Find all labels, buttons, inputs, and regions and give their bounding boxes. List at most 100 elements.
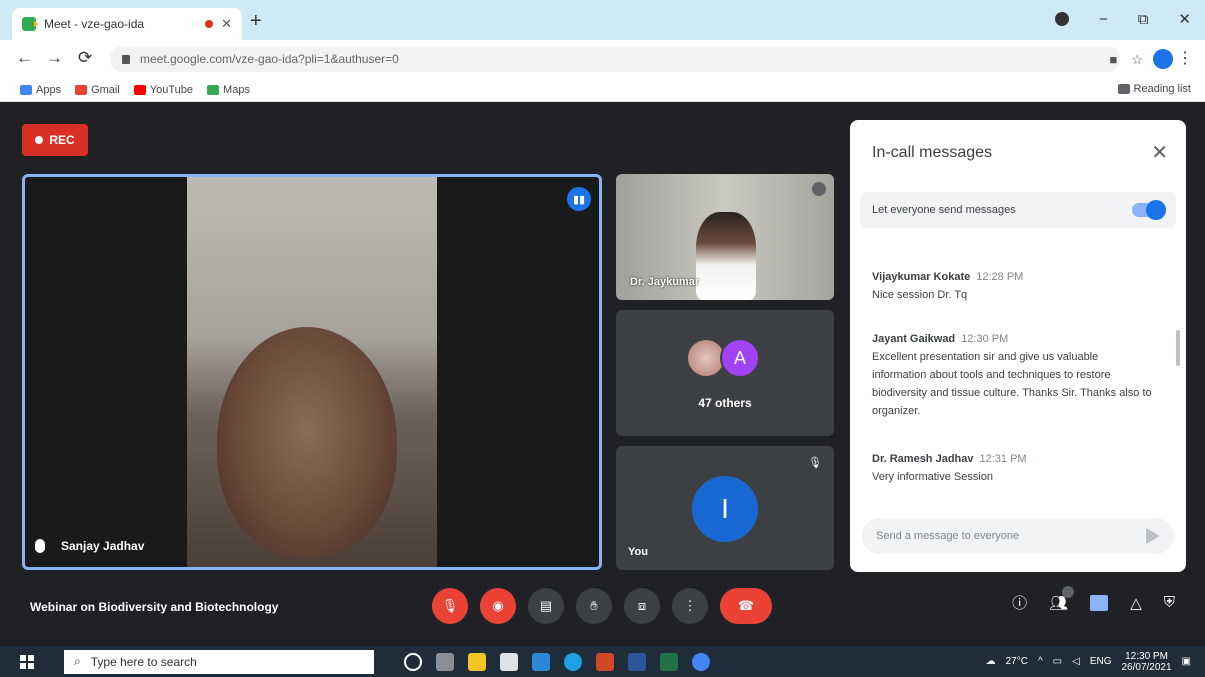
participant-video (696, 212, 756, 300)
others-tile[interactable]: A 47 others (616, 310, 834, 436)
taskbar-apps (404, 652, 710, 671)
bookmark-gmail[interactable]: Gmail (75, 84, 120, 96)
powerpoint-icon[interactable] (596, 652, 614, 671)
main-speaker-tile[interactable]: ▮▮ Sanjay Jadhav (22, 174, 602, 570)
store-icon[interactable] (500, 652, 518, 671)
bookmark-apps[interactable]: Apps (20, 84, 61, 96)
profile-avatar[interactable] (1153, 49, 1173, 69)
host-controls-icon[interactable]: ⛨ (1164, 594, 1175, 611)
self-tile[interactable]: 🎙︎ I You (616, 446, 834, 570)
volume-icon[interactable]: ◁ (1072, 656, 1080, 667)
new-tab-button[interactable]: + (250, 10, 262, 33)
meeting-side-controls: ⓘ 👥︎ △ ⛨ (1012, 585, 1175, 613)
bookmark-label: Apps (36, 83, 62, 96)
gmail-icon (75, 84, 88, 95)
message-text: Excellent presentation sir and give us v… (872, 351, 1152, 417)
browser-menu-icon[interactable]: ⋮ (1177, 48, 1193, 68)
browser-tab-meet[interactable]: Meet - vze-gao-ida ✕ (12, 8, 242, 40)
notifications-icon[interactable]: ▣ (1182, 656, 1191, 667)
file-explorer-icon[interactable] (468, 652, 486, 671)
weather-temp[interactable]: 27°C (1006, 656, 1028, 667)
others-avatars: A (686, 338, 760, 378)
back-arrow-icon[interactable]: ← (16, 48, 33, 68)
taskbar-clock[interactable]: 12:30 PM 26/07/2021 (1121, 651, 1171, 673)
rec-label: REC (49, 133, 75, 147)
taskbar-search-input[interactable]: ⌕ Type here to search (64, 649, 374, 674)
tile-more-options-icon[interactable] (812, 182, 826, 196)
send-icon[interactable] (1146, 528, 1160, 544)
chat-panel-title: In-call messages (872, 144, 993, 161)
people-icon[interactable]: 👥︎ (1049, 585, 1075, 612)
meet-favicon-icon (22, 17, 39, 31)
word-icon[interactable] (628, 652, 646, 671)
participant-name: Dr. Jaykumar (630, 276, 700, 288)
clock-time: 12:30 PM (1125, 650, 1168, 662)
lock-icon (122, 54, 130, 64)
chat-permission-label: Let everyone send messages (872, 204, 1016, 216)
camera-in-use-icon[interactable]: ■ (1109, 52, 1117, 68)
reading-list-button[interactable]: Reading list (1117, 83, 1191, 95)
minimize-button[interactable]: − (1099, 11, 1108, 28)
participant-tile-jaykumar[interactable]: Dr. Jaykumar (616, 174, 834, 300)
apps-grid-icon (20, 84, 32, 95)
chat-icon[interactable] (1090, 594, 1109, 611)
weather-icon[interactable]: ☁︎ (986, 656, 996, 667)
mail-icon[interactable] (532, 652, 550, 671)
task-view-icon[interactable] (436, 652, 454, 671)
cortana-icon[interactable] (404, 652, 422, 671)
message-time: 12:31 PM (979, 453, 1027, 465)
media-recording-icon[interactable] (1054, 12, 1069, 26)
others-count: 47 others (698, 396, 752, 410)
more-options-button[interactable]: ⋮ (672, 588, 708, 624)
tab-title: Meet - vze-gao-ida (44, 17, 145, 31)
mic-toggle-button[interactable]: 🎙︎ (432, 588, 468, 624)
chat-message: Dr. Ramesh Jadhav 12:31 PM Very informati… (872, 450, 1152, 486)
omnibox-actions: ■ ☆ (1109, 52, 1143, 68)
close-tab-icon[interactable]: ✕ (221, 16, 232, 32)
restore-button[interactable]: ⧉ (1138, 11, 1149, 28)
bookmark-star-icon[interactable]: ☆ (1131, 52, 1143, 68)
windows-start-icon[interactable] (20, 654, 34, 669)
chat-message: Jayant Gaikwad 12:30 PM Excellent present… (872, 330, 1152, 420)
rec-dot-icon (35, 136, 44, 144)
self-avatar: I (692, 476, 758, 542)
reload-icon[interactable]: ⟳ (78, 48, 92, 68)
participant-avatar-letter: A (720, 338, 760, 378)
recording-badge: REC (22, 124, 88, 156)
chrome-icon[interactable] (692, 652, 710, 671)
chat-scrollbar[interactable] (1176, 330, 1180, 366)
meet-stage: REC ▮▮ Sanjay Jadhav Dr. Jaykumar A 47 o… (0, 102, 1205, 646)
camera-toggle-button[interactable]: ◉ (480, 588, 516, 624)
bookmark-maps[interactable]: Maps (207, 84, 250, 96)
bookmark-label: YouTube (149, 83, 194, 96)
close-window-button[interactable]: ✕ (1178, 10, 1191, 28)
network-icon[interactable]: ▭ (1053, 656, 1062, 667)
window-controls: − ⧉ ✕ (1054, 10, 1191, 28)
bookmark-youtube[interactable]: YouTube (133, 83, 194, 96)
present-button[interactable]: ⧈ (624, 588, 660, 624)
main-speaker-label: Sanjay Jadhav (35, 539, 144, 553)
mic-icon (35, 539, 45, 553)
close-icon[interactable]: ✕ (1151, 140, 1168, 165)
excel-icon[interactable] (660, 652, 678, 671)
tray-chevron-icon[interactable]: ^ (1038, 656, 1043, 667)
speaker-face (217, 327, 397, 557)
maps-icon (207, 84, 220, 95)
message-text: Nice session Dr. Tq (872, 289, 968, 301)
chat-message-input[interactable]: Send a message to everyone (862, 518, 1174, 554)
chat-permission-toggle[interactable] (1132, 200, 1166, 220)
captions-button[interactable]: ▤ (528, 588, 564, 624)
activities-icon[interactable]: △ (1130, 594, 1142, 612)
meeting-details-icon[interactable]: ⓘ (1012, 592, 1027, 613)
chat-input-placeholder: Send a message to everyone (876, 530, 1020, 542)
bookmark-label: Gmail (91, 83, 120, 96)
call-controls: 🎙︎ ◉ ▤ ✋︎ ⧈ ⋮ ☎︎ (432, 588, 772, 624)
reading-list-icon (1117, 84, 1130, 94)
end-call-button[interactable]: ☎︎ (720, 588, 772, 624)
search-icon: ⌕ (74, 654, 81, 668)
edge-icon[interactable] (564, 652, 582, 671)
forward-arrow-icon[interactable]: → (46, 48, 63, 68)
input-language[interactable]: ENG (1090, 656, 1112, 667)
url-input[interactable]: meet.google.com/vze-gao-ida?pli=1&authus… (110, 46, 1120, 72)
raise-hand-button[interactable]: ✋︎ (576, 588, 612, 624)
